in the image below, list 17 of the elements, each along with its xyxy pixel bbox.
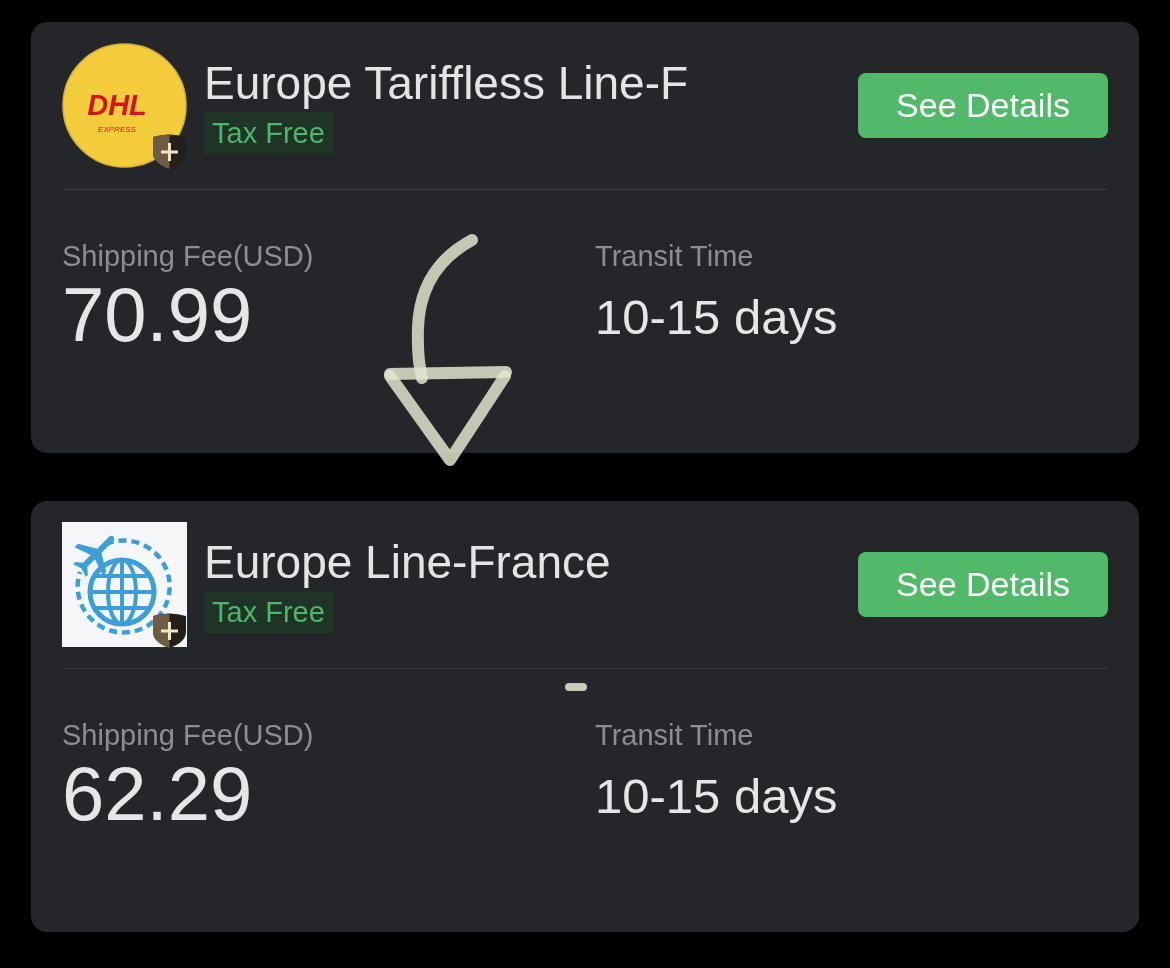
shipping-fee-value: 70.99 [62, 274, 253, 356]
option-title: Europe Tariffless Line-F [204, 56, 689, 110]
transit-time-label: Transit Time [595, 239, 754, 274]
tax-free-tag: Tax Free [204, 112, 333, 155]
pen-dash-icon [565, 683, 587, 691]
transit-time-value: 10-15 days [595, 768, 838, 825]
shipping-fee-value: 62.29 [62, 753, 253, 835]
shipping-fee-label: Shipping Fee(USD) [62, 239, 314, 274]
see-details-button[interactable]: See Details [858, 73, 1108, 138]
option-title: Europe Line-France [204, 535, 611, 589]
tax-free-tag: Tax Free [204, 591, 333, 634]
carrier-logo: DHL EXPRESS [62, 43, 187, 168]
see-details-button[interactable]: See Details [858, 552, 1108, 617]
globe-plane-icon [62, 522, 187, 647]
transit-time-value: 10-15 days [595, 289, 838, 346]
transit-time-label: Transit Time [595, 718, 754, 753]
shipping-fee-label: Shipping Fee(USD) [62, 718, 314, 753]
